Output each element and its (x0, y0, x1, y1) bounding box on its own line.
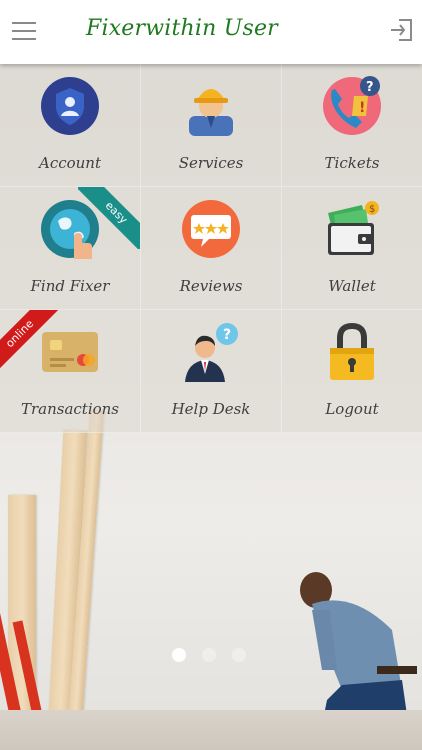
hamburger-menu-icon[interactable] (12, 22, 36, 40)
exit-door-icon[interactable] (388, 17, 414, 43)
tile-label: Find Fixer (30, 277, 110, 295)
tile-logout[interactable]: Logout (282, 310, 422, 433)
worker-helmet-icon (189, 89, 233, 136)
tile-label: Logout (325, 400, 379, 418)
carousel-indicator (172, 648, 246, 662)
svg-text:$: $ (369, 204, 375, 215)
wallet-money-icon: $ (328, 201, 379, 255)
app-header: Fixerwithin User (0, 0, 422, 64)
rating-stars-icon (182, 200, 240, 258)
svg-text:!: ! (359, 100, 365, 116)
phone-support-icon: ! ? (323, 76, 381, 135)
tile-label: Services (178, 154, 244, 172)
tile-label: Wallet (328, 277, 376, 295)
tile-tickets[interactable]: ! ? Tickets (282, 64, 422, 187)
ribbon-label: easy (78, 187, 140, 249)
carousel-dot[interactable] (172, 648, 186, 662)
tile-label: Transactions (20, 400, 120, 418)
help-person-icon: ? (185, 323, 238, 382)
easy-ribbon: easy (78, 187, 140, 249)
tile-find-fixer[interactable]: easy Find Fixer (0, 187, 141, 310)
page-title: Fixerwithin User (86, 16, 278, 41)
tile-label: Tickets (324, 154, 380, 172)
tile-transactions[interactable]: online Transactions (0, 310, 141, 433)
tile-label: Reviews (179, 277, 243, 295)
padlock-icon (330, 322, 374, 380)
floor (0, 710, 422, 750)
account-shield-icon (41, 77, 99, 135)
ribbon-label: online (0, 310, 62, 372)
svg-text:?: ? (223, 327, 231, 343)
carousel-dot[interactable] (202, 648, 216, 662)
carousel-dot[interactable] (232, 648, 246, 662)
tile-label: Account (38, 154, 101, 172)
tile-label: Help Desk (171, 400, 251, 418)
tile-reviews[interactable]: Reviews (141, 187, 282, 310)
tile-help-desk[interactable]: ? Help Desk (141, 310, 282, 433)
online-ribbon: online (0, 310, 62, 372)
tile-account[interactable]: Account (0, 64, 141, 187)
svg-text:?: ? (366, 80, 374, 95)
tile-wallet[interactable]: $ Wallet (282, 187, 422, 310)
tile-services[interactable]: Services (141, 64, 282, 187)
